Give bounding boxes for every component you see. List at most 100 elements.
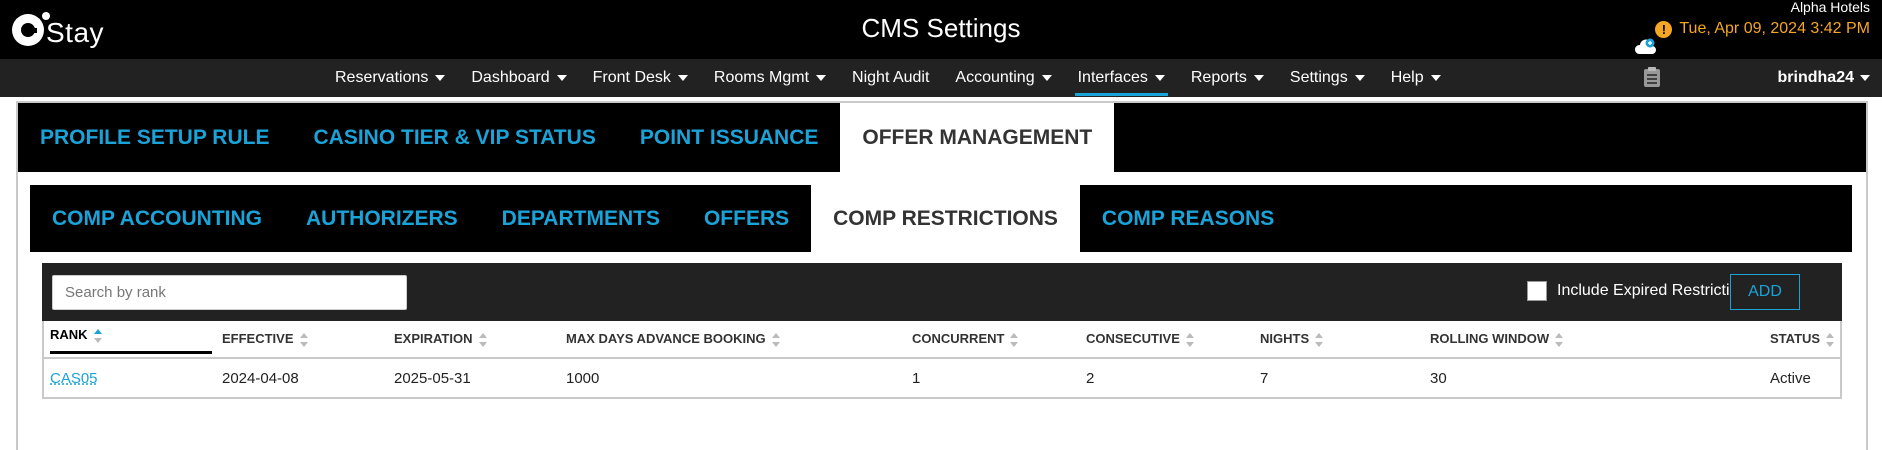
table-body: CAS05 2024-04-08 2025-05-31 1000 1 2 7 30 Active: [44, 359, 1840, 397]
nav-item-settings[interactable]: Settings: [1277, 59, 1378, 97]
main-nav: Reservations Dashboard Front Desk Rooms Mgm…: [0, 59, 1882, 97]
hotel-name: Alpha Hotels: [1790, 0, 1870, 15]
column-header-consecutive[interactable]: CONSECUTIVE: [1080, 321, 1254, 357]
sort-icon[interactable]: [1555, 332, 1564, 347]
table-row: CAS05 2024-04-08 2025-05-31 1000 1 2 7 30 Active: [44, 359, 1840, 397]
sort-icon[interactable]: [299, 332, 308, 347]
nav-item-reports[interactable]: Reports: [1178, 59, 1277, 97]
column-header-nights[interactable]: NIGHTS: [1254, 321, 1424, 357]
rank-link[interactable]: CAS05: [44, 370, 216, 387]
user-name: brindha24: [1777, 69, 1854, 86]
column-header-label: ROLLING WINDOW: [1430, 331, 1550, 346]
date-time-text: Tue, Apr 09, 2024 3:42 PM: [1679, 20, 1870, 37]
column-header-label: NIGHTS: [1260, 331, 1310, 346]
column-header-label: EFFECTIVE: [222, 331, 294, 346]
restrictions-table: RANK EFFECTIVE EXPIRATION MAX DAYS ADVANCE …: [42, 321, 1842, 399]
column-header-label: STATUS: [1770, 331, 1821, 346]
nav-item-night-audit[interactable]: Night Audit: [839, 59, 942, 97]
primary-tabs: PROFILE SETUP RULE CASINO TIER & VIP STAT…: [18, 103, 1866, 172]
sort-icon[interactable]: [1826, 332, 1835, 347]
cloud-sync-icon[interactable]: [1633, 38, 1657, 56]
column-header-label: CONCURRENT: [912, 331, 1005, 346]
cell-rolling-window: 30: [1430, 369, 1447, 387]
date-time-display: ! Tue, Apr 09, 2024 3:42 PM: [1655, 20, 1870, 38]
tab-offers[interactable]: OFFERS: [682, 185, 811, 252]
tab-comp-reasons[interactable]: COMP REASONS: [1080, 185, 1296, 252]
nav-item-label: Rooms Mgmt: [713, 69, 810, 86]
caret-down-icon: [1430, 74, 1441, 81]
nav-item-rooms-mgmt[interactable]: Rooms Mgmt: [701, 59, 839, 97]
column-header-concurrent[interactable]: CONCURRENT: [906, 321, 1080, 357]
include-expired-toggle[interactable]: Include Expired Restrictions: [1527, 281, 1755, 301]
filter-bar: Include Expired Restrictions ADD: [42, 263, 1842, 321]
column-header-label: MAX DAYS ADVANCE BOOKING: [566, 331, 766, 346]
cell-nights: 7: [1260, 369, 1269, 387]
secondary-tabs: COMP ACCOUNTING AUTHORIZERS DEPARTMENTS OFF…: [30, 185, 1852, 252]
top-bar: Stay CMS Settings Alpha Hotels ! Tue, Ap…: [0, 0, 1882, 59]
column-header-max-days-advance-booking[interactable]: MAX DAYS ADVANCE BOOKING: [560, 321, 906, 357]
caret-down-icon: [1154, 74, 1165, 81]
user-menu[interactable]: brindha24: [1778, 59, 1870, 97]
caret-down-icon: [1860, 74, 1870, 81]
nav-menu: Reservations Dashboard Front Desk Rooms Mgm…: [322, 59, 1454, 97]
caret-down-icon: [677, 74, 688, 81]
nav-item-label: Settings: [1289, 69, 1348, 86]
nav-item-label: Reservations: [335, 69, 429, 86]
tab-comp-restrictions[interactable]: COMP RESTRICTIONS: [811, 185, 1080, 252]
page-title: CMS Settings: [861, 13, 1021, 43]
add-button[interactable]: ADD: [1730, 274, 1800, 310]
caret-down-icon: [435, 74, 446, 81]
nav-item-label: Help: [1390, 69, 1424, 86]
nav-item-accounting[interactable]: Accounting: [942, 59, 1064, 97]
nav-item-dashboard[interactable]: Dashboard: [458, 59, 579, 97]
search-input[interactable]: [52, 275, 407, 310]
nav-item-label: Dashboard: [471, 69, 550, 86]
tab-casino-tier-and-vip-status[interactable]: CASINO TIER & VIP STATUS: [291, 103, 617, 172]
include-expired-label: Include Expired Restrictions: [1557, 282, 1756, 299]
tab-comp-accounting[interactable]: COMP ACCOUNTING: [30, 185, 284, 252]
column-header-expiration[interactable]: EXPIRATION: [388, 321, 560, 357]
tab-profile-setup-rule[interactable]: PROFILE SETUP RULE: [18, 103, 291, 172]
column-header-status[interactable]: STATUS: [1764, 321, 1840, 357]
sort-icon[interactable]: [1185, 332, 1194, 347]
nav-item-label: Interfaces: [1077, 69, 1148, 86]
tab-departments[interactable]: DEPARTMENTS: [480, 185, 682, 252]
caret-down-icon: [816, 74, 827, 81]
cell-max-days-advance-booking: 1000: [566, 369, 600, 387]
tab-offer-management[interactable]: OFFER MANAGEMENT: [840, 103, 1115, 172]
nav-item-label: Night Audit: [852, 69, 930, 86]
column-header-effective[interactable]: EFFECTIVE: [216, 321, 388, 357]
cell-status: Active: [1770, 369, 1811, 387]
include-expired-checkbox[interactable]: [1527, 281, 1547, 301]
cell-effective: 2024-04-08: [222, 369, 299, 387]
sort-icon[interactable]: [93, 328, 102, 343]
column-header-rolling-window[interactable]: ROLLING WINDOW: [1424, 321, 1764, 357]
nav-item-label: Accounting: [955, 69, 1035, 86]
nav-item-label: Reports: [1190, 69, 1247, 86]
nav-item-interfaces[interactable]: Interfaces: [1065, 59, 1178, 97]
caret-down-icon: [1354, 74, 1365, 81]
column-header-label: EXPIRATION: [394, 331, 473, 346]
content-frame: PROFILE SETUP RULE CASINO TIER & VIP STAT…: [16, 101, 1868, 450]
caret-down-icon: [1041, 74, 1052, 81]
nav-item-front-desk[interactable]: Front Desk: [580, 59, 701, 97]
caret-down-icon: [556, 74, 567, 81]
cell-consecutive: 2: [1086, 369, 1095, 387]
cell-concurrent: 1: [912, 369, 921, 387]
cell-expiration: 2025-05-31: [394, 369, 471, 387]
sort-icon[interactable]: [771, 332, 780, 347]
tab-point-issuance[interactable]: POINT ISSUANCE: [618, 103, 841, 172]
clipboard-icon[interactable]: [1643, 66, 1661, 88]
caret-down-icon: [1253, 74, 1264, 81]
nav-item-label: Front Desk: [592, 69, 671, 86]
tab-authorizers[interactable]: AUTHORIZERS: [284, 185, 480, 252]
warning-icon[interactable]: !: [1655, 20, 1673, 38]
nav-item-reservations[interactable]: Reservations: [322, 59, 458, 97]
table-header: RANK EFFECTIVE EXPIRATION MAX DAYS ADVANCE …: [44, 321, 1840, 359]
column-header-label: CONSECUTIVE: [1086, 331, 1180, 346]
sort-icon[interactable]: [478, 332, 487, 347]
column-header-rank[interactable]: RANK: [44, 321, 216, 357]
nav-item-help[interactable]: Help: [1378, 59, 1454, 97]
sort-icon[interactable]: [1315, 332, 1324, 347]
sort-icon[interactable]: [1010, 332, 1019, 347]
